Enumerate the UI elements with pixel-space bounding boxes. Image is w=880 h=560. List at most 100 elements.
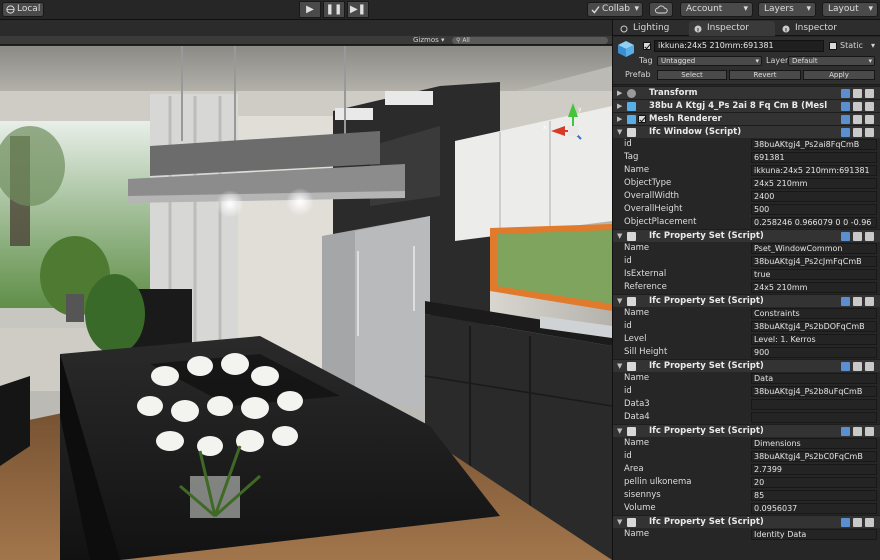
property-value-field[interactable]: 38buAKtgj4_Ps2ai8FqCmB — [751, 139, 877, 150]
account-dropdown[interactable]: Account ▾ — [680, 2, 753, 17]
preset-icon[interactable] — [853, 115, 862, 124]
property-value-field[interactable]: 24x5 210mm — [751, 178, 877, 189]
pivot-local-toggle[interactable]: Local — [2, 2, 44, 17]
property-value-field[interactable]: 85 — [751, 490, 877, 501]
gear-icon[interactable] — [865, 232, 874, 241]
scene-search-input[interactable]: ⚲ All — [452, 37, 608, 44]
gear-icon[interactable] — [865, 89, 874, 98]
component-header[interactable]: ▶ Transform — [613, 86, 880, 99]
preset-icon[interactable] — [853, 427, 862, 436]
property-value-field[interactable]: 24x5 210mm — [751, 282, 877, 293]
help-icon[interactable] — [841, 115, 850, 124]
gear-icon[interactable] — [865, 518, 874, 527]
help-icon[interactable] — [841, 89, 850, 98]
property-value-field[interactable]: 38buAKtgj4_Ps2bC0FqCmB — [751, 451, 877, 462]
property-value-field[interactable]: 38buAKtgj4_Ps2bDOFqCmB — [751, 321, 877, 332]
property-value-field[interactable]: 691381 — [751, 152, 877, 163]
center-cube-icon[interactable] — [568, 126, 578, 136]
gizmos-label: Gizmos — [413, 36, 439, 44]
property-value-field[interactable]: 38buAKtgj4_Ps2cJmFqCmB — [751, 256, 877, 267]
component-enabled-checkbox[interactable] — [638, 115, 646, 123]
property-value-field[interactable]: 2.7399 — [751, 464, 877, 475]
help-icon[interactable] — [841, 427, 850, 436]
tab-inspector[interactable]: Inspector — [689, 21, 775, 36]
component-header[interactable]: ▼ Ifc Property Set (Script) — [613, 424, 880, 437]
property-value-field[interactable]: Identity Data — [751, 529, 877, 540]
property-label: Name — [624, 438, 650, 448]
gizmos-dropdown[interactable]: Gizmos ▾ — [413, 36, 445, 45]
property-value-field[interactable]: Constraints — [751, 308, 877, 319]
cloud-button[interactable] — [649, 2, 673, 17]
help-icon[interactable] — [841, 102, 850, 111]
scene-viewport[interactable]: y x — [0, 46, 612, 560]
gear-icon[interactable] — [865, 128, 874, 137]
chevron-down-icon[interactable]: ▾ — [871, 41, 875, 51]
help-icon[interactable] — [841, 128, 850, 137]
y-axis-cone-icon[interactable] — [568, 103, 578, 117]
gear-icon[interactable] — [865, 297, 874, 306]
collab-button[interactable]: Collab ▾ — [587, 2, 643, 17]
gear-icon[interactable] — [865, 115, 874, 124]
scene-orientation-gizmo[interactable]: y x — [543, 101, 603, 161]
static-checkbox[interactable] — [829, 42, 837, 50]
prefab-select-button[interactable]: Select — [657, 70, 727, 80]
preset-icon[interactable] — [853, 518, 862, 527]
property-value-field[interactable]: ikkuna:24x5 210mm:691381 — [751, 165, 877, 176]
preset-icon[interactable] — [853, 89, 862, 98]
component-header[interactable]: ▶ Mesh Renderer — [613, 112, 880, 125]
pause-button[interactable]: ❚❚ — [323, 1, 345, 18]
property-label: Reference — [624, 282, 667, 292]
property-value-field[interactable]: 38buAKtgj4_Ps2b8uFqCmB — [751, 386, 877, 397]
layers-dropdown[interactable]: Layers ▾ — [758, 2, 816, 17]
gameobject-name-field[interactable]: ikkuna:24x5 210mm:691381 — [654, 40, 824, 52]
component-header[interactable]: ▼ Ifc Property Set (Script) — [613, 515, 880, 528]
x-axis-cone-icon[interactable] — [551, 126, 565, 136]
component-header[interactable]: ▼ Ifc Property Set (Script) — [613, 294, 880, 307]
gear-icon[interactable] — [865, 427, 874, 436]
property-value-field[interactable]: 2400 — [751, 191, 877, 202]
prefab-revert-button[interactable]: Revert — [729, 70, 801, 80]
help-icon[interactable] — [841, 297, 850, 306]
component-header[interactable]: ▼ Ifc Property Set (Script) — [613, 229, 880, 242]
step-button[interactable]: ▶❚ — [347, 1, 369, 18]
property-value-field[interactable]: true — [751, 269, 877, 280]
chevron-down-icon: ▾ — [868, 4, 873, 14]
gear-icon[interactable] — [865, 102, 874, 111]
component-header[interactable]: ▶ 38bu A Ktgj 4_Ps 2ai 8 Fq Cm B (Mesl — [613, 99, 880, 112]
property-value-field[interactable]: Dimensions — [751, 438, 877, 449]
preset-icon[interactable] — [853, 232, 862, 241]
prefab-apply-button[interactable]: Apply — [803, 70, 875, 80]
preset-icon[interactable] — [853, 128, 862, 137]
property-value-field[interactable]: 500 — [751, 204, 877, 215]
play-button[interactable]: ▶ — [299, 1, 321, 18]
layout-dropdown[interactable]: Layout ▾ — [822, 2, 878, 17]
chevron-down-icon: ▾ — [441, 36, 445, 44]
tab-inspector-2[interactable]: Inspector — [777, 21, 863, 36]
pause-icon: ❚❚ — [325, 4, 343, 15]
component-header[interactable]: ▼ Ifc Property Set (Script) — [613, 359, 880, 372]
property-row: Reference 24x5 210mm — [613, 281, 880, 294]
property-value-field[interactable]: Data — [751, 373, 877, 384]
property-value-field[interactable]: Level: 1. Kerros — [751, 334, 877, 345]
gear-icon[interactable] — [865, 362, 874, 371]
help-icon[interactable] — [841, 362, 850, 371]
property-value-field[interactable]: 900 — [751, 347, 877, 358]
active-checkbox[interactable] — [643, 42, 651, 50]
tag-dropdown[interactable]: Untagged — [657, 56, 762, 66]
property-value-field[interactable]: 0.0956037 — [751, 503, 877, 514]
prefab-label: Prefab — [625, 70, 651, 79]
help-icon[interactable] — [841, 518, 850, 527]
property-value-field[interactable] — [751, 412, 877, 423]
help-icon[interactable] — [841, 232, 850, 241]
tab-lighting[interactable]: Lighting — [615, 21, 687, 36]
preset-icon[interactable] — [853, 102, 862, 111]
property-value-field[interactable] — [751, 399, 877, 410]
property-value-field[interactable]: Pset_WindowCommon — [751, 243, 877, 254]
layer-dropdown[interactable]: Default — [788, 56, 875, 66]
property-value-field[interactable]: 0.258246 0.966079 0 0 -0.96 — [751, 217, 877, 228]
component-header[interactable]: ▼ Ifc Window (Script) — [613, 125, 880, 138]
preset-icon[interactable] — [853, 297, 862, 306]
property-value-field[interactable]: 20 — [751, 477, 877, 488]
preset-icon[interactable] — [853, 362, 862, 371]
tag-value: Untagged — [661, 57, 696, 65]
